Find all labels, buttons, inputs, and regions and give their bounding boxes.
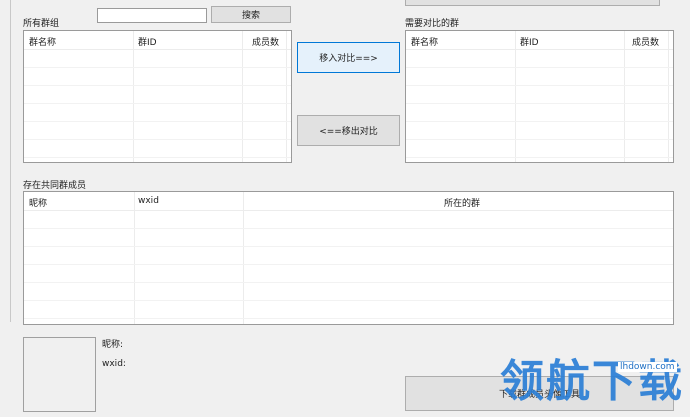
column-header-group-name: 群名称 — [29, 38, 57, 48]
move-out-of-compare-button[interactable]: <==移出对比 — [297, 115, 400, 146]
table-header: 昵称 wxid 所在的群 — [24, 192, 673, 211]
nickname-label: 昵称: — [102, 340, 124, 350]
column-header-group-id: 群ID — [520, 38, 539, 48]
avatar — [23, 337, 96, 412]
column-header-member-count: 成员数 — [252, 38, 280, 48]
column-header-member-count: 成员数 — [632, 38, 660, 48]
window-left-edge — [10, 0, 11, 322]
column-header-groups-in: 所在的群 — [444, 199, 481, 209]
column-header-group-id: 群ID — [138, 38, 157, 48]
column-header-wxid: wxid — [138, 196, 159, 206]
wxid-label: wxid: — [102, 359, 126, 369]
column-header-group-name: 群名称 — [411, 38, 439, 48]
common-members-table[interactable]: 昵称 wxid 所在的群 — [23, 191, 674, 325]
search-button[interactable]: 搜索 — [211, 6, 291, 23]
top-right-button[interactable] — [405, 0, 660, 6]
watermark-logo: 领航下载 lhdown.com — [500, 352, 690, 417]
table-header: 群名称 群ID 成员数 — [406, 31, 673, 50]
table-header: 群名称 群ID 成员数 — [24, 31, 291, 50]
compare-groups-label: 需要对比的群 — [405, 19, 460, 29]
search-input[interactable] — [97, 8, 207, 23]
compare-groups-table[interactable]: 群名称 群ID 成员数 — [405, 30, 674, 163]
all-groups-table[interactable]: 群名称 群ID 成员数 — [23, 30, 292, 163]
watermark-url: lhdown.com — [618, 362, 677, 372]
common-members-label: 存在共同群成员 — [23, 181, 87, 191]
all-groups-label: 所有群组 — [23, 19, 60, 29]
column-header-nickname: 昵称 — [29, 199, 48, 209]
move-into-compare-button[interactable]: 移入对比==> — [297, 42, 400, 73]
